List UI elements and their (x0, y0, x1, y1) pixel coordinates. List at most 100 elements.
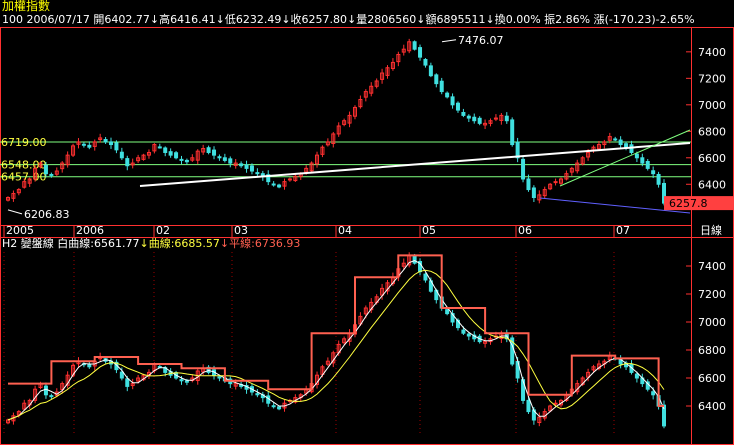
candle-body (277, 184, 282, 188)
candle-body (277, 406, 282, 410)
candle-body (119, 371, 124, 379)
candle-body (239, 163, 244, 167)
x-tick-label: 07 (616, 224, 630, 237)
upper-y-tick-label: 6800 (698, 125, 726, 138)
upper-candles (6, 38, 666, 206)
candle-body (651, 391, 656, 396)
candle-body (618, 139, 623, 146)
candle-body (244, 164, 249, 169)
candle-body (445, 92, 450, 98)
candle-body (423, 59, 428, 66)
flat-step-line (8, 254, 664, 407)
candle-body (412, 41, 417, 50)
candle-body (87, 144, 92, 148)
lower-y-tick-label: 6600 (698, 372, 726, 385)
candle-body (125, 378, 130, 387)
candle-body (553, 181, 558, 184)
upper-y-tick-label: 7400 (698, 46, 726, 59)
candle-body (477, 117, 482, 124)
candle-body (212, 149, 217, 156)
candle-body (287, 178, 292, 181)
candle-body (450, 96, 455, 106)
candle-body (439, 80, 444, 93)
candle-body (43, 385, 48, 396)
lower-y-tick-label: 7000 (698, 316, 726, 329)
upper-y-tick-label: 7200 (698, 72, 726, 85)
rising-trend-line (559, 129, 691, 187)
candle-body (49, 173, 54, 176)
candle-body (271, 183, 276, 186)
candle-body (49, 395, 54, 398)
low-annotation-leader (7, 209, 23, 215)
candle-body (466, 115, 471, 119)
upper-y-tick-label: 6400 (698, 178, 726, 191)
candle-body (526, 178, 531, 191)
candle-body (613, 138, 618, 141)
candle-body (504, 115, 509, 122)
candle-body (634, 373, 639, 379)
x-tick-label: 03 (234, 224, 248, 237)
candle-body (103, 139, 108, 143)
candle-body (428, 65, 433, 77)
candle-body (179, 379, 184, 382)
candle-body (125, 158, 130, 167)
level-line-label: 6548.00 (1, 159, 47, 172)
candle-body (466, 333, 471, 337)
candle-body (418, 47, 423, 58)
candle-body (87, 364, 92, 368)
candle-body (228, 158, 233, 164)
chart-window: 加權指數 100 2006/07/17 開6402.77↓高6416.41↓低6… (0, 0, 734, 445)
candle-body (43, 164, 48, 175)
candle-body (179, 158, 184, 161)
lower-y-tick-label: 6400 (698, 400, 726, 413)
candle-body (184, 380, 189, 383)
candle-body (531, 187, 536, 199)
high-annotation-leader (441, 39, 457, 43)
x-tick-label: 2005 (6, 224, 34, 237)
candle-body (163, 147, 168, 153)
candle-body (553, 402, 558, 405)
low-annotation: 6206.83 (24, 208, 70, 221)
candle-body (510, 119, 515, 146)
candle-body (119, 151, 124, 159)
x-tick-label: 2006 (76, 224, 104, 237)
candle-body (114, 142, 119, 151)
candle-body (640, 157, 645, 164)
candle-body (174, 152, 179, 159)
x-tick-label: 06 (518, 224, 532, 237)
period-label: 日線 (700, 223, 722, 237)
lower-y-tick-label: 6800 (698, 344, 726, 357)
x-tick-label: 04 (338, 224, 352, 237)
candle-body (217, 156, 222, 159)
candle-body (206, 147, 211, 153)
candle-body (271, 405, 276, 408)
candle-body (526, 399, 531, 413)
high-annotation: 7476.07 (458, 34, 504, 47)
candle-body (656, 173, 661, 185)
candle-body (217, 376, 222, 379)
candle-body (455, 102, 460, 111)
candle-body (255, 172, 260, 175)
upper-y-tick-label: 6600 (698, 152, 726, 165)
candle-body (249, 165, 254, 172)
candle-body (445, 309, 450, 315)
candle-body (461, 329, 466, 334)
level-line-label: 6719.00 (1, 136, 47, 149)
candle-body (168, 151, 173, 156)
upper-y-tick-label: 7000 (698, 99, 726, 112)
candle-body (423, 273, 428, 281)
x-tick-label: 02 (156, 224, 170, 237)
candle-body (434, 74, 439, 85)
lower-y-tick-label: 7200 (698, 288, 726, 301)
last-value-label: 6257.8 (669, 197, 708, 210)
candle-body (651, 170, 656, 175)
lower-y-tick-label: 7400 (698, 260, 726, 273)
candle-body (109, 141, 114, 146)
chart-canvas: 6400 6600 6800 7000 7200 7400 6400 6600 6800 7000… (0, 27, 734, 445)
candle-body (157, 146, 162, 149)
candle-body (461, 111, 466, 116)
candle-body (624, 143, 629, 148)
candle-body (634, 153, 639, 159)
candle-body (645, 160, 650, 169)
candle-body (222, 157, 227, 161)
